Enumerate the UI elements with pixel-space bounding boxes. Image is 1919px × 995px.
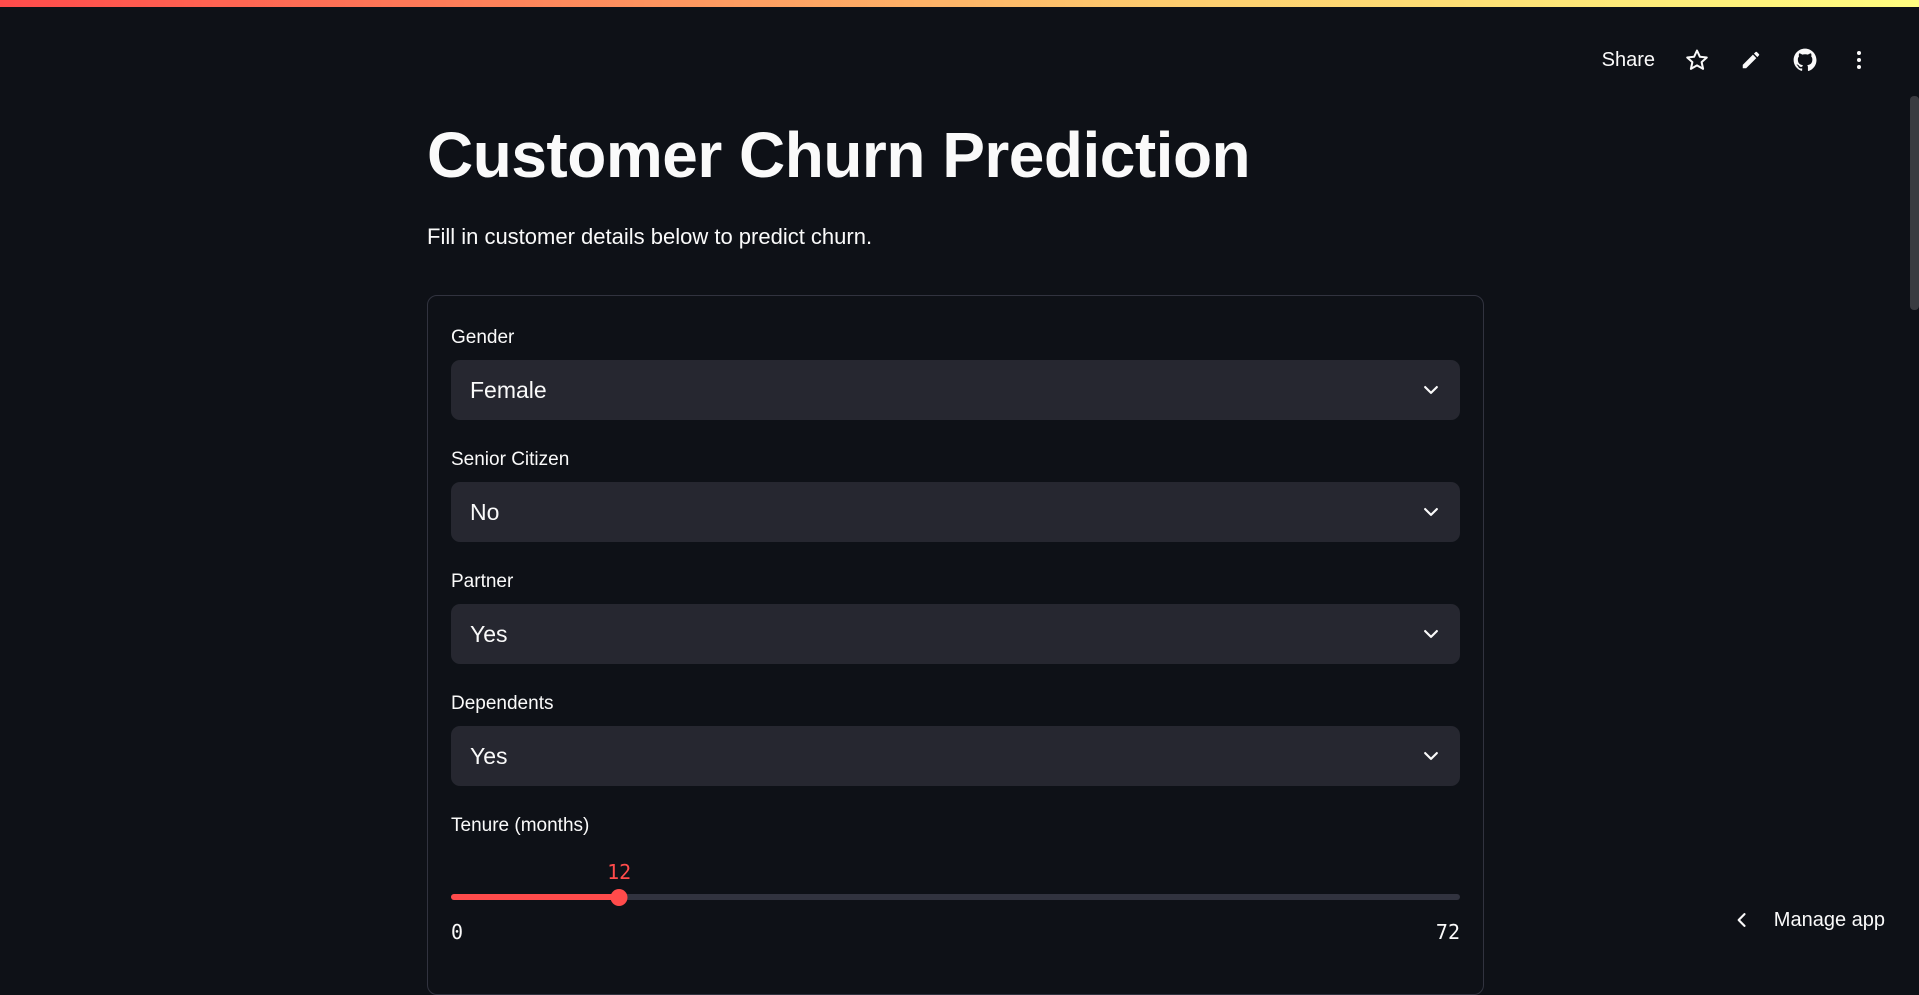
slider-thumb[interactable] <box>611 889 628 906</box>
manage-app-label: Manage app <box>1774 909 1885 932</box>
chevron-down-icon <box>1421 380 1441 400</box>
slider-track[interactable] <box>451 894 1460 900</box>
dependents-field: Dependents Yes <box>451 690 1460 786</box>
gender-label: Gender <box>451 324 1460 352</box>
manage-app-button[interactable]: Manage app <box>1732 902 1885 938</box>
page-scrollbar[interactable] <box>1910 96 1919 310</box>
chevron-down-icon <box>1421 624 1441 644</box>
tenure-label: Tenure (months) <box>451 812 1460 840</box>
pencil-icon[interactable] <box>1735 44 1767 76</box>
chevron-down-icon <box>1421 746 1441 766</box>
senior-citizen-label: Senior Citizen <box>451 446 1460 474</box>
partner-label: Partner <box>451 568 1460 596</box>
dependents-select[interactable]: Yes <box>451 726 1460 786</box>
chevron-down-icon <box>1421 502 1441 522</box>
star-icon[interactable] <box>1681 44 1713 76</box>
slider-max-label: 72 <box>1436 920 1460 944</box>
main-content: Customer Churn Prediction Fill in custom… <box>427 120 1484 250</box>
senior-citizen-value: No <box>470 499 499 526</box>
slider-min-label: 0 <box>451 920 463 944</box>
top-decoration-bar <box>0 0 1919 7</box>
senior-citizen-select[interactable]: No <box>451 482 1460 542</box>
share-button[interactable]: Share <box>1602 49 1655 72</box>
customer-form: Gender Female Senior Citizen No Partner … <box>427 295 1484 995</box>
header-toolbar: Share <box>1602 42 1875 78</box>
senior-citizen-field: Senior Citizen No <box>451 446 1460 542</box>
dependents-label: Dependents <box>451 690 1460 718</box>
chevron-left-icon <box>1732 910 1752 930</box>
tenure-slider-value: 12 <box>607 860 631 884</box>
dependents-value: Yes <box>470 743 508 770</box>
partner-select[interactable]: Yes <box>451 604 1460 664</box>
page-subtitle: Fill in customer details below to predic… <box>427 224 1484 250</box>
github-icon[interactable] <box>1789 44 1821 76</box>
more-vertical-icon[interactable] <box>1843 44 1875 76</box>
gender-value: Female <box>470 377 547 404</box>
partner-value: Yes <box>470 621 508 648</box>
gender-select[interactable]: Female <box>451 360 1460 420</box>
tenure-field: Tenure (months) 12 0 72 <box>451 812 1460 950</box>
page-title: Customer Churn Prediction <box>427 120 1484 190</box>
slider-track-fill <box>451 894 619 900</box>
partner-field: Partner Yes <box>451 568 1460 664</box>
tenure-slider[interactable]: 12 0 72 <box>451 840 1460 950</box>
gender-field: Gender Female <box>451 324 1460 420</box>
